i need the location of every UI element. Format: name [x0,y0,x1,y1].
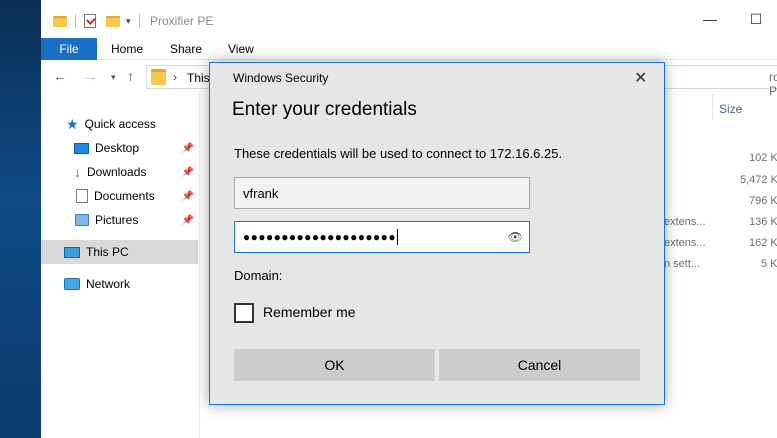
password-field[interactable]: ●●●●●●●●●●●●●●●●●●●● 👁 [234,221,530,253]
file-size-cell: 5,472 K [740,174,777,186]
close-icon[interactable]: ✕ [634,68,647,88]
address-path[interactable]: This [187,71,210,85]
network-icon [64,278,80,290]
dialog-caption: Windows Security [233,71,329,85]
sidebar-item-documents[interactable]: Documents 📌 [41,184,198,208]
column-divider[interactable] [712,94,713,120]
document-icon [76,189,88,203]
properties-icon[interactable] [84,14,96,28]
file-size-cell: 102 K [749,152,777,164]
username-field[interactable]: vfrank [234,177,530,209]
credentials-dialog: Windows Security ✕ Enter your credential… [209,62,665,405]
file-size-cell: 162 K [749,237,777,249]
column-header-size[interactable]: Size [719,102,742,116]
toolbar-separator [75,14,76,28]
password-value: ●●●●●●●●●●●●●●●●●●●● [243,230,396,244]
cancel-button[interactable]: Cancel [439,349,640,381]
file-type-cell: extens... [664,237,706,249]
tab-share[interactable]: Share [170,42,202,56]
pin-icon[interactable]: 📌 [182,215,194,226]
dialog-message: These credentials will be used to connec… [234,146,563,161]
pane-divider[interactable] [199,92,200,438]
desktop-icon [74,142,89,154]
customize-toolbar-chevron-icon[interactable]: ▾ [126,16,131,27]
maximize-icon[interactable]: ☐ [746,11,766,28]
sidebar-item-quick-access[interactable]: ★ Quick access [41,112,198,136]
reveal-password-eye-icon[interactable]: 👁 [508,230,523,244]
file-type-cell: n sett... [664,258,701,270]
username-value: vfrank [243,185,279,201]
forward-arrow-icon[interactable]: → [83,68,97,84]
quick-access-toolbar: ▾ [53,12,140,30]
file-size-cell: 796 K [749,195,777,207]
file-type-cell: extens... [664,216,706,228]
ribbon-tabs: File Home Share View [41,38,777,60]
navigation-pane: ★ Quick access Desktop 📌 ↓ Downloads 📌 D… [41,92,199,438]
sidebar-item-label: Quick access [84,117,156,131]
title-bar: ▾ Proxifier PE — ☐ [41,0,777,38]
folder-icon[interactable] [53,15,67,27]
computer-icon [64,246,80,258]
sidebar-item-downloads[interactable]: ↓ Downloads 📌 [41,160,198,184]
recent-locations-chevron-icon[interactable]: ▾ [111,72,116,83]
remember-me-label[interactable]: Remember me [263,304,356,320]
sidebar-item-label: Documents [94,189,155,203]
star-icon: ★ [66,115,79,132]
breadcrumb-chevron-icon[interactable]: › [173,70,177,84]
tab-view[interactable]: View [228,42,254,56]
sidebar-item-label: Pictures [95,213,139,227]
back-arrow-icon[interactable]: ← [53,68,67,84]
sidebar-item-desktop[interactable]: Desktop 📌 [41,136,198,160]
tab-home[interactable]: Home [111,42,143,56]
up-arrow-icon[interactable]: ↑ [127,68,134,84]
pin-icon[interactable]: 📌 [182,191,194,202]
file-size-cell: 5 K [761,258,777,270]
minimize-icon[interactable]: — [700,11,720,27]
text-cursor [396,229,398,245]
pin-icon[interactable]: 📌 [182,143,194,154]
file-size-cell: 136 K [749,216,777,228]
desktop-background [0,0,41,438]
toolbar-separator [138,14,140,28]
new-folder-icon[interactable] [106,15,120,27]
window-title: Proxifier PE [150,14,214,28]
sidebar-item-pictures[interactable]: Pictures 📌 [41,208,198,232]
search-box[interactable]: roxifier PE [769,70,777,98]
sidebar-item-this-pc[interactable]: This PC [41,240,198,264]
download-icon: ↓ [74,164,81,180]
ok-button[interactable]: OK [234,349,435,381]
folder-icon [151,69,166,85]
sidebar-item-label: This PC [86,245,129,259]
pin-icon[interactable]: 📌 [182,167,194,178]
pictures-icon [75,214,89,226]
sidebar-item-network[interactable]: Network [41,272,198,296]
sidebar-item-label: Downloads [87,165,147,179]
remember-me-checkbox[interactable] [234,303,254,323]
domain-label: Domain: [234,268,283,283]
sidebar-item-label: Network [86,277,131,291]
dialog-heading: Enter your credentials [232,99,417,120]
tab-file[interactable]: File [41,38,97,60]
sidebar-item-label: Desktop [95,141,140,155]
